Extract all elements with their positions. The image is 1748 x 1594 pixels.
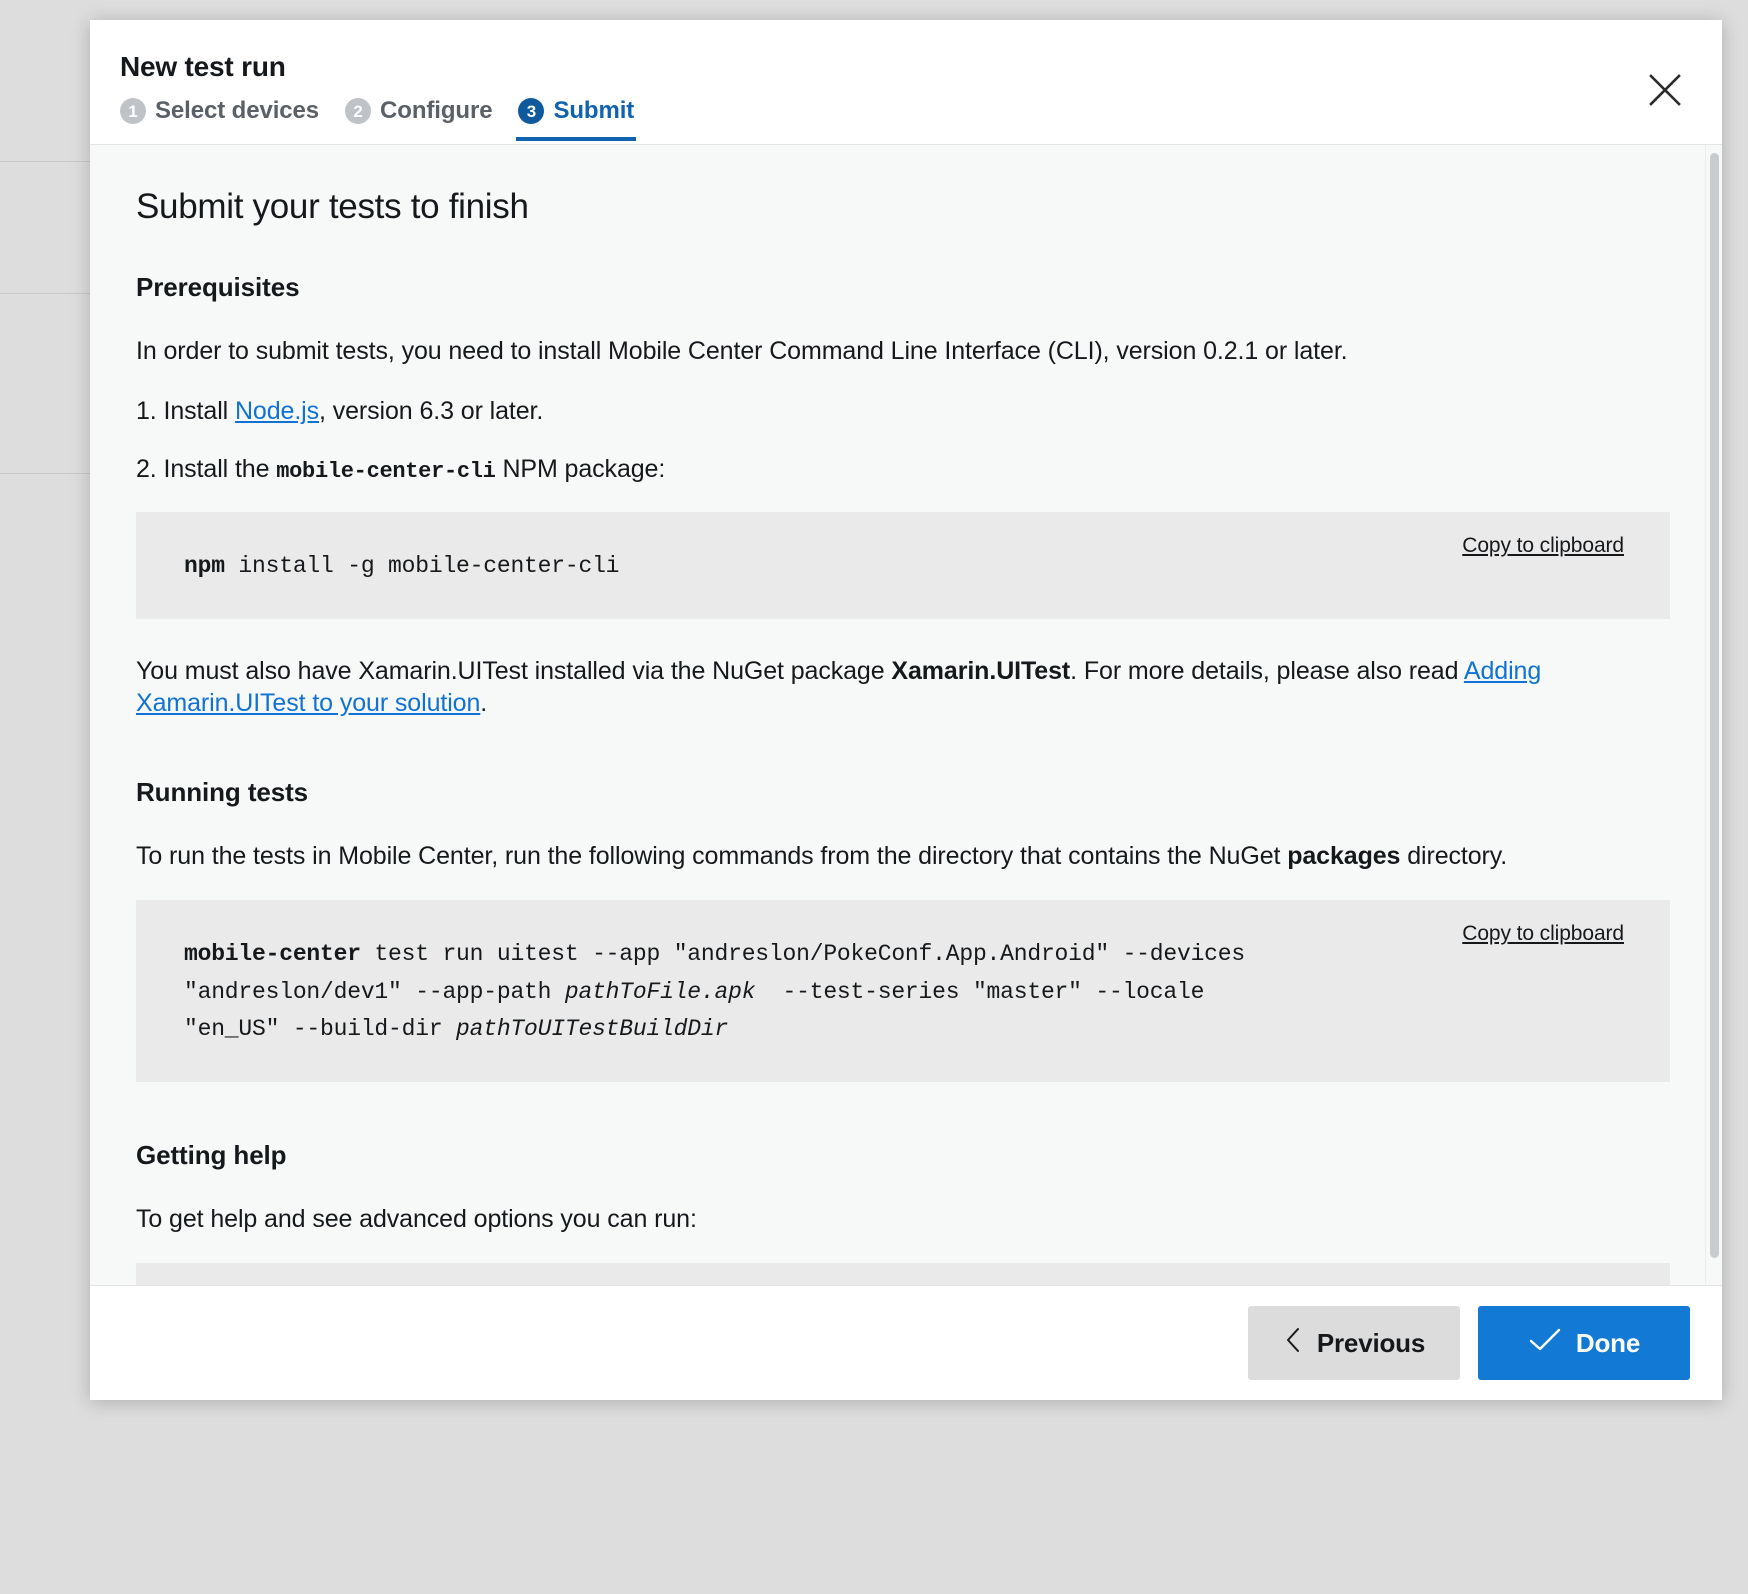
xamarin-prefix: You must also have Xamarin.UITest instal… (136, 657, 891, 685)
chevron-left-icon (1283, 1325, 1303, 1362)
close-icon (1645, 70, 1685, 113)
nodejs-link[interactable]: Node.js (235, 397, 319, 425)
npm-command-keyword: npm (184, 553, 225, 579)
wizard-step-nav: 1 Select devices 2 Configure 3 Submit (120, 97, 634, 141)
code-block-test-run: Copy to clipboard mobile-center test run… (136, 900, 1670, 1082)
command-keyword: mobile-center (184, 941, 361, 967)
packages-bold: packages (1287, 842, 1400, 870)
xamarin-uitest-note: You must also have Xamarin.UITest instal… (136, 655, 1596, 719)
mobile-center-cli-code: mobile-center-cli (276, 459, 495, 484)
step-number-badge: 1 (120, 98, 146, 124)
step2-prefix: 2. Install the (136, 455, 276, 483)
prerequisites-intro: In order to submit tests, you need to in… (136, 335, 1596, 367)
step-label: Submit (553, 97, 634, 125)
step-number-badge: 2 (345, 98, 371, 124)
xamarin-mid: . For more details, please also read (1070, 657, 1464, 685)
prerequisites-step-1: 1. Install Node.js, version 6.3 or later… (136, 395, 1596, 427)
step-number-badge: 3 (518, 98, 544, 124)
code-block-npm-install: Copy to clipboard npm install -g mobile-… (136, 512, 1670, 619)
check-icon (1528, 1326, 1562, 1361)
running-tests-intro: To run the tests in Mobile Center, run t… (136, 840, 1596, 872)
page-title: Submit your tests to finish (136, 187, 1670, 227)
dialog-scroll-body[interactable]: Submit your tests to finish Prerequisite… (90, 145, 1722, 1285)
code-block-help: Copy to clipboard mobile-center help tes… (136, 1263, 1670, 1285)
section-heading-prerequisites: Prerequisites (136, 272, 1670, 303)
running-intro-prefix: To run the tests in Mobile Center, run t… (136, 842, 1287, 870)
path-to-build-dir-placeholder: pathToUITestBuildDir (456, 1016, 728, 1042)
previous-button-label: Previous (1317, 1328, 1425, 1359)
scrollbar-thumb[interactable] (1710, 153, 1719, 1258)
close-dialog-button[interactable] (1638, 64, 1692, 118)
step-label: Configure (380, 97, 492, 125)
dialog-footer: Previous Done (90, 1285, 1722, 1400)
xamarin-suffix: . (480, 689, 487, 717)
content-scrollbar[interactable] (1705, 145, 1722, 1285)
wizard-step-select-devices[interactable]: 1 Select devices (120, 97, 319, 141)
copy-to-clipboard-link[interactable]: Copy to clipboard (1462, 534, 1624, 558)
step1-prefix: 1. Install (136, 397, 235, 425)
new-test-run-dialog: New test run 1 Select devices 2 Configur… (90, 20, 1722, 1400)
path-to-file-placeholder: pathToFile.apk (565, 979, 755, 1005)
dialog-title: New test run (120, 51, 286, 83)
npm-install-command: npm install -g mobile-center-cli (184, 548, 1622, 585)
xamarin-package-name: Xamarin.UITest (891, 657, 1070, 685)
mobile-center-test-run-command: mobile-center test run uitest --app "and… (184, 936, 1622, 1048)
previous-button[interactable]: Previous (1248, 1306, 1460, 1380)
section-heading-running-tests: Running tests (136, 777, 1670, 808)
running-intro-suffix: directory. (1400, 842, 1507, 870)
section-heading-getting-help: Getting help (136, 1140, 1670, 1171)
copy-to-clipboard-link[interactable]: Copy to clipboard (1462, 922, 1624, 946)
prerequisites-step-2: 2. Install the mobile-center-cli NPM pac… (136, 453, 1596, 486)
done-button[interactable]: Done (1478, 1306, 1690, 1380)
dialog-header: New test run 1 Select devices 2 Configur… (90, 20, 1722, 145)
done-button-label: Done (1576, 1328, 1640, 1359)
step1-suffix: , version 6.3 or later. (319, 397, 543, 425)
wizard-step-submit[interactable]: 3 Submit (518, 97, 634, 141)
npm-command-args: install -g mobile-center-cli (225, 553, 619, 579)
submit-instructions: Submit your tests to finish Prerequisite… (90, 145, 1722, 1285)
getting-help-intro: To get help and see advanced options you… (136, 1203, 1596, 1235)
wizard-step-configure[interactable]: 2 Configure (345, 97, 492, 141)
step2-suffix: NPM package: (496, 455, 666, 483)
step-label: Select devices (155, 97, 319, 125)
